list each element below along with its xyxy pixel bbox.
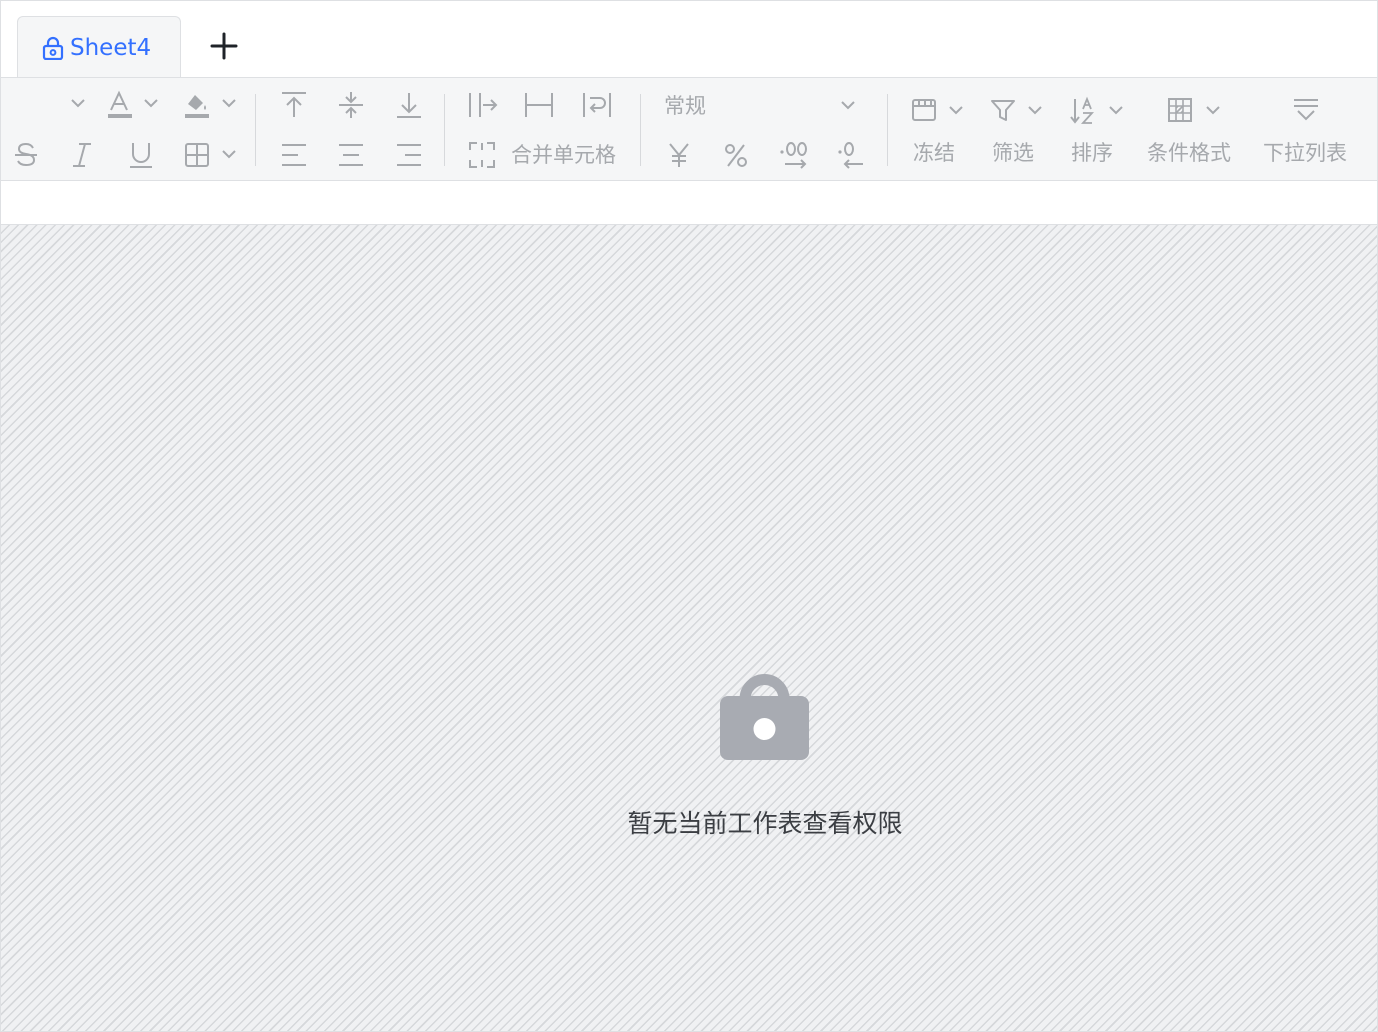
chevron-down-icon	[222, 150, 236, 159]
align-middle-icon	[339, 92, 363, 118]
font-color-button[interactable]	[105, 90, 135, 120]
merge-cells-icon	[469, 142, 495, 168]
sort-icon	[1070, 96, 1095, 124]
chevron-down-icon	[1109, 106, 1123, 115]
spreadsheet-window: Sheet4 合并单元格 常规 冻结 筛选 排序 条件格式 下拉列表 暂无当前工…	[0, 0, 1378, 1032]
formula-bar[interactable]	[1, 181, 1377, 225]
sheet-content-area	[1, 225, 1377, 1031]
align-top-button[interactable]	[279, 90, 309, 120]
filter-dropdown[interactable]	[1026, 103, 1044, 117]
add-sheet-button[interactable]	[207, 29, 241, 63]
sort-button[interactable]	[1069, 96, 1097, 126]
dropdown-list-button[interactable]	[1291, 96, 1321, 124]
text-wrap-button[interactable]	[581, 90, 613, 120]
merge-cells-button[interactable]	[467, 140, 497, 170]
filter-label: 筛选	[992, 141, 1034, 165]
align-center-button[interactable]	[336, 140, 366, 170]
sheet-tab-label: Sheet4	[70, 35, 152, 61]
freeze-label: 冻结	[913, 141, 955, 165]
sort-label: 排序	[1071, 141, 1113, 165]
borders-button[interactable]	[183, 140, 211, 170]
lock-icon	[718, 669, 811, 762]
percent-format-button[interactable]	[722, 140, 750, 170]
percent-icon	[725, 144, 747, 167]
chevron-down-icon	[949, 106, 963, 115]
decrease-decimal-icon	[838, 142, 863, 169]
borders-icon	[185, 143, 209, 167]
dropdown-list-icon	[1294, 99, 1318, 121]
align-middle-button[interactable]	[336, 90, 366, 120]
chevron-down-icon	[144, 99, 158, 108]
freeze-icon	[912, 99, 936, 121]
toolbar-divider	[887, 94, 888, 166]
yuan-icon	[669, 143, 689, 167]
sort-dropdown[interactable]	[1107, 103, 1125, 117]
merge-cells-label: 合并单元格	[511, 143, 616, 167]
toolbar-divider	[640, 94, 641, 166]
align-right-button[interactable]	[394, 140, 424, 170]
sheet-tab-bar: Sheet4	[1, 1, 1377, 78]
text-clip-button[interactable]	[523, 90, 555, 120]
plus-icon	[210, 32, 238, 60]
font-size-dropdown[interactable]	[69, 96, 87, 110]
conditional-format-dropdown[interactable]	[1204, 103, 1222, 117]
number-format-dropdown[interactable]	[839, 98, 857, 112]
sheet-tab[interactable]: Sheet4	[17, 16, 181, 78]
italic-icon	[73, 143, 91, 167]
font-color-dropdown[interactable]	[142, 96, 160, 110]
align-left-button[interactable]	[279, 140, 309, 170]
chevron-down-icon	[841, 101, 855, 110]
chevron-down-icon	[1028, 106, 1042, 115]
chevron-down-icon	[222, 99, 236, 108]
underline-icon	[130, 143, 152, 168]
conditional-format-label: 条件格式	[1147, 141, 1231, 165]
text-wrap-icon	[583, 93, 611, 117]
text-overflow-icon	[469, 93, 498, 117]
text-clip-icon	[525, 93, 553, 117]
chevron-down-icon	[71, 99, 85, 108]
toolbar-divider	[255, 94, 256, 166]
filter-icon	[991, 100, 1015, 121]
strikethrough-button[interactable]	[12, 140, 40, 170]
freeze-dropdown[interactable]	[947, 103, 965, 117]
align-bottom-icon	[397, 93, 421, 118]
align-bottom-button[interactable]	[394, 90, 424, 120]
fill-color-button[interactable]	[182, 90, 212, 120]
freeze-button[interactable]	[910, 96, 938, 124]
permission-message: 暂无当前工作表查看权限	[627, 809, 903, 838]
currency-format-button[interactable]	[665, 140, 693, 170]
number-format-select[interactable]: 常规	[664, 93, 706, 119]
text-overflow-button[interactable]	[467, 90, 499, 120]
fill-color-icon	[185, 95, 209, 118]
lock-icon	[42, 36, 64, 61]
align-right-icon	[397, 144, 421, 166]
dropdown-list-label: 下拉列表	[1263, 141, 1347, 165]
underline-button[interactable]	[127, 140, 155, 170]
borders-dropdown[interactable]	[220, 147, 238, 161]
chevron-down-icon	[1206, 106, 1220, 115]
toolbar-divider	[444, 94, 445, 166]
decrease-decimal-button[interactable]	[837, 140, 867, 172]
increase-decimal-button[interactable]	[779, 140, 811, 172]
increase-decimal-icon	[780, 142, 807, 169]
align-top-icon	[282, 92, 306, 117]
conditional-format-button[interactable]	[1166, 96, 1194, 124]
filter-button[interactable]	[989, 96, 1017, 124]
font-color-icon	[108, 90, 132, 118]
strikethrough-icon	[15, 142, 37, 167]
align-center-icon	[339, 144, 363, 166]
align-left-icon	[282, 144, 306, 166]
italic-button[interactable]	[69, 140, 95, 170]
formatting-toolbar: 合并单元格 常规 冻结 筛选 排序 条件格式 下拉列表	[1, 77, 1377, 181]
conditional-format-icon	[1168, 98, 1192, 122]
fill-color-dropdown[interactable]	[220, 96, 238, 110]
